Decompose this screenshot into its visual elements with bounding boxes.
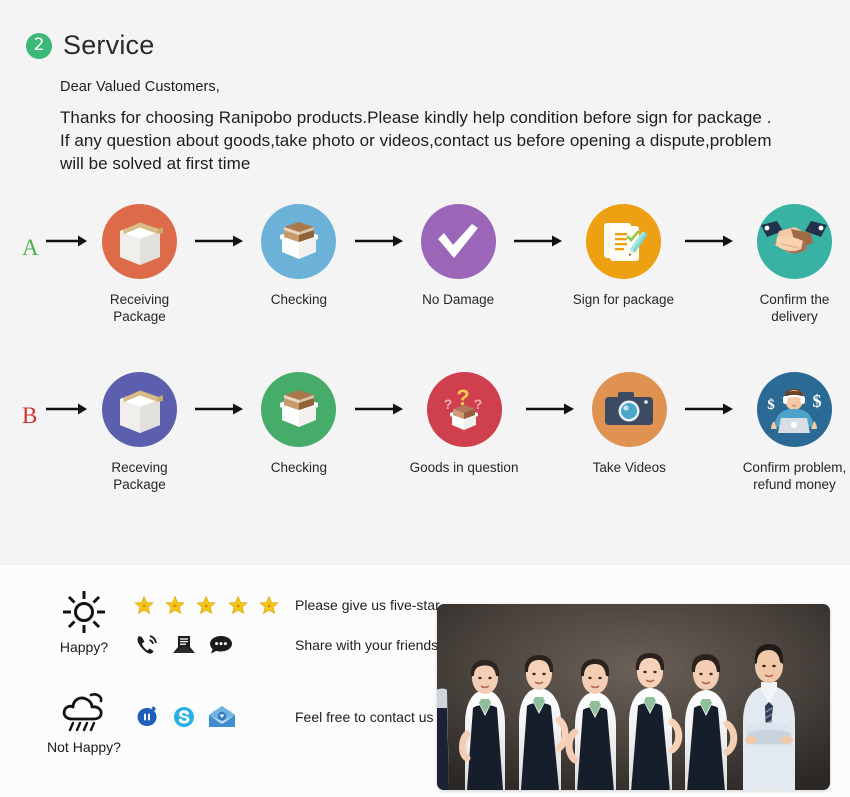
step-label: Receving Package — [111, 459, 168, 493]
flow-letter-a: A — [22, 234, 39, 260]
flow-letter-b: B — [22, 402, 38, 428]
not-happy-lines: Feel free to contact us — [134, 685, 434, 737]
svg-text:?: ? — [444, 396, 453, 412]
step-a-receiving-package: Receiving Package — [90, 203, 189, 326]
star-icon — [134, 595, 154, 615]
step-a-sign-for-package: Sign for package — [568, 203, 679, 309]
white-box-icon — [102, 203, 178, 279]
intro-line-3: will be solved at first time — [60, 153, 251, 173]
handshake-icon — [756, 203, 832, 279]
camera-icon — [591, 371, 667, 447]
arrow-icon — [508, 204, 568, 248]
star-icon — [196, 595, 217, 615]
contact-caption: Feel free to contact us — [295, 709, 434, 725]
star-icon — [165, 595, 185, 615]
messenger-icons[interactable] — [134, 704, 279, 730]
share-icons[interactable] — [134, 632, 279, 658]
service-page: 2 Service Dear Valued Customers, Thanks … — [0, 0, 850, 797]
step-label: Confirm the delivery — [759, 291, 830, 325]
step-b-receving-package: Receving Package — [90, 371, 189, 494]
svg-text:?: ? — [474, 396, 483, 412]
svg-text:$: $ — [768, 397, 776, 413]
not-happy-label: Not Happy? — [47, 739, 121, 755]
step-label: Confirm problem, refund money — [742, 459, 847, 493]
arrow-icon — [679, 372, 739, 416]
not-happy-row: Not Happy? Feel free to contact us — [34, 685, 440, 755]
arrow-icon — [189, 372, 249, 416]
step-label: Take Videos — [592, 459, 666, 475]
step-label: No Damage — [422, 291, 495, 307]
step-b-checking: Checking — [249, 371, 348, 477]
step-label: Receiving Package — [109, 291, 170, 325]
envelope-icon — [173, 636, 195, 653]
checkmark-icon — [420, 203, 496, 279]
team-photo-image — [437, 604, 830, 790]
step-b-take-videos: Take Videos — [580, 371, 679, 477]
page-title: Service — [63, 30, 155, 60]
happy-label: Happy? — [59, 639, 109, 655]
question-box-icon: ? ? ? — [426, 371, 502, 447]
customer-service-team-photo — [437, 604, 830, 790]
open-carton-icon — [261, 371, 337, 447]
arrow-icon — [520, 372, 580, 416]
arrow-icon — [349, 372, 409, 416]
flow-row-a: A Receiving Package Checking No Damage S… — [0, 203, 850, 326]
flow-row-b: B Receving Package Checking ? ? ? Goods … — [0, 371, 850, 494]
contact-left-panel: Happy? Please give us five-star Share wi… — [0, 567, 440, 797]
greeting-text: Dear Valued Customers, — [60, 79, 220, 95]
service-section: 2 Service Dear Valued Customers, Thanks … — [0, 0, 850, 565]
step-label: Goods in question — [409, 459, 519, 475]
happy-row: Happy? Please give us five-star Share wi… — [34, 585, 440, 665]
step-a-checking: Checking — [249, 203, 348, 309]
not-happy-mood: Not Happy? — [34, 685, 134, 755]
happy-lines: Please give us five-star Share with your… — [134, 585, 440, 665]
phone-ring-icon — [137, 635, 157, 654]
support-agent-icon: $ $ — [756, 371, 832, 447]
step-b-goods-in-question: ? ? ? Goods in question — [409, 371, 520, 477]
arrow-icon — [44, 204, 90, 248]
trademanager-icon — [137, 706, 157, 726]
step-b-confirm-problem-refund: $ $ Confirm problem, refund money — [739, 371, 850, 494]
intro-line-2: If any question about goods,take photo o… — [60, 130, 772, 150]
section-number-badge: 2 — [26, 32, 52, 59]
sun-icon — [61, 589, 107, 635]
star-rating[interactable] — [134, 593, 279, 617]
five-star-caption: Please give us five-star — [295, 597, 440, 613]
svg-text:$: $ — [813, 391, 822, 411]
step-label: Checking — [270, 291, 327, 307]
star-icon — [259, 595, 279, 615]
open-carton-icon — [261, 203, 337, 279]
share-line: Share with your friends — [134, 625, 440, 665]
step-a-no-damage: No Damage — [409, 203, 508, 309]
step-label: Checking — [270, 459, 327, 475]
intro-text-block: Dear Valued Customers, Thanks for choosi… — [0, 61, 850, 176]
arrow-icon — [44, 372, 90, 416]
intro-line-1: Thanks for choosing Ranipobo products.Pl… — [60, 108, 772, 127]
rain-cloud-icon — [58, 689, 110, 735]
contact-line: Feel free to contact us — [134, 697, 434, 737]
white-box-icon — [102, 371, 178, 447]
clipboard-pencil-icon — [585, 203, 661, 279]
section-header: 2 Service — [0, 0, 850, 61]
step-label: Sign for package — [572, 291, 675, 307]
arrow-icon — [679, 204, 739, 248]
skype-icon — [174, 707, 194, 727]
five-star-line: Please give us five-star — [134, 585, 440, 625]
chat-bubble-icon — [210, 636, 232, 654]
star-icon — [228, 595, 248, 615]
step-a-confirm-delivery: Confirm the delivery — [739, 203, 850, 326]
happy-mood: Happy? — [34, 585, 134, 655]
share-caption: Share with your friends — [295, 637, 439, 653]
arrow-icon — [349, 204, 409, 248]
open-mail-icon — [209, 706, 235, 727]
arrow-icon — [189, 204, 249, 248]
